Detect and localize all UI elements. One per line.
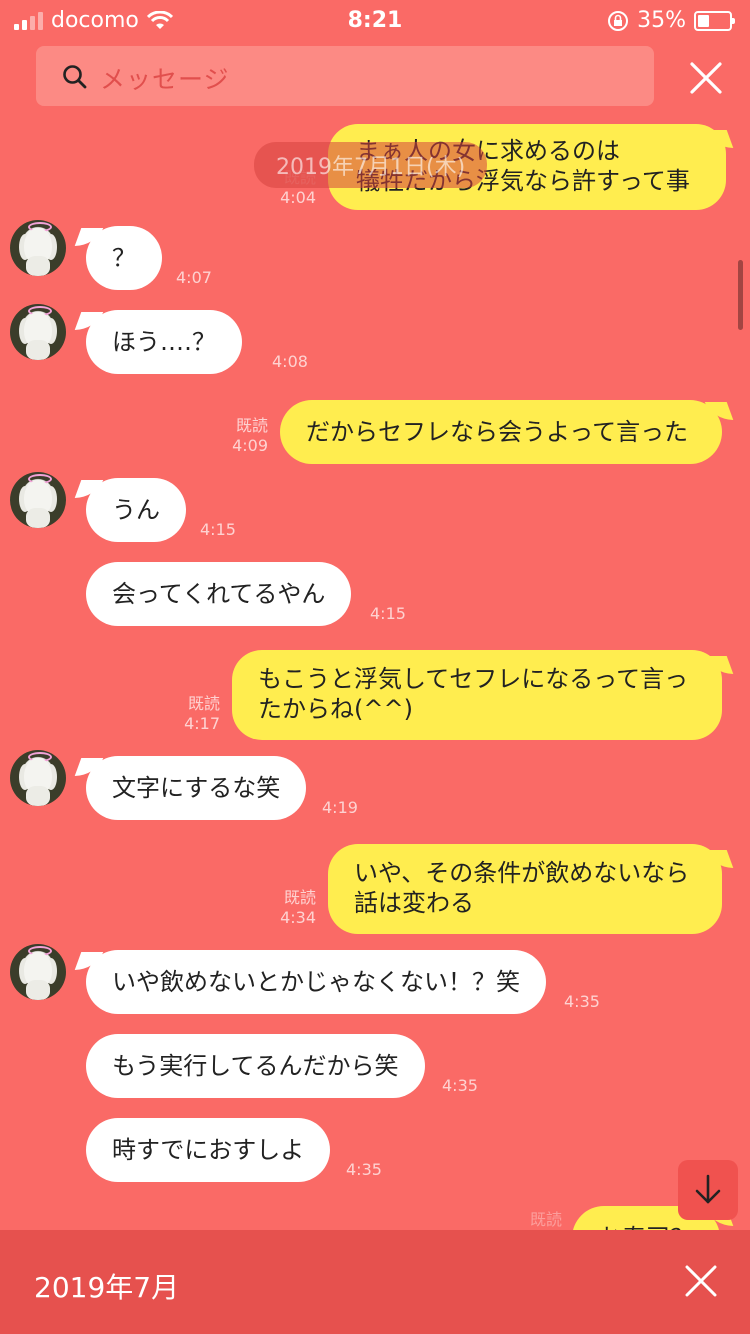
message-row: 既読 4:34 いや、その条件が飲めないなら 話は変わる [0, 844, 750, 934]
message-search-bar[interactable]: メッセージ [36, 46, 654, 106]
message-time: 4:15 [200, 520, 236, 539]
battery-percent: 35% [637, 8, 686, 33]
date-pill: 2019年7月1日(木) [254, 142, 488, 188]
message-row: ？ 4:07 [0, 218, 750, 294]
close-icon[interactable] [684, 1264, 718, 1298]
message-bubble[interactable]: もう実行してるんだから笑 [86, 1034, 425, 1098]
scroll-indicator[interactable] [738, 260, 743, 330]
message-time: 4:15 [370, 604, 406, 623]
avatar[interactable] [10, 472, 66, 528]
message-time: 4:04 [280, 188, 316, 207]
message-meta: 既読 4:34 [256, 888, 316, 928]
message-bubble[interactable]: 文字にするな笑 [86, 756, 307, 820]
message-row: 文字にするな笑 4:19 [0, 748, 750, 824]
avatar[interactable] [10, 304, 66, 360]
status-right: 35% [607, 8, 735, 33]
message-row: もう実行してるんだから笑 4:35 [0, 1026, 750, 1102]
message-bubble[interactable]: ほう‥‥？ [86, 310, 243, 374]
read-receipt: 既読 [235, 416, 268, 435]
avatar[interactable] [10, 750, 66, 806]
chat-area: まぁ人の女に求めるのは 犠牲だから浮気なら許すって事 既読 4:04 2019年… [0, 110, 750, 1230]
avatar[interactable] [10, 944, 66, 1000]
message-meta: 既読 4:17 [160, 694, 220, 734]
message-text-line: たからね(^^) [258, 695, 413, 723]
message-row: 時すでにおすしよ 4:35 [0, 1110, 750, 1186]
message-time: 4:35 [564, 992, 600, 1011]
message-bubble[interactable]: 会ってくれてるやん [86, 562, 352, 626]
close-icon[interactable] [688, 60, 724, 96]
scroll-down-button[interactable] [678, 1160, 738, 1220]
read-receipt: 既読 [529, 1210, 562, 1229]
message-meta: 既読 4:09 [206, 416, 268, 456]
message-row: いや飲めないとかじゃなくない！？笑 4:35 [0, 942, 750, 1018]
message-time: 4:35 [346, 1160, 382, 1179]
month-label[interactable]: 2019年7月 [34, 1266, 179, 1306]
message-row: 既読 お寿司？ [0, 1204, 750, 1230]
message-row: ほう‥‥？ 4:08 [0, 302, 750, 378]
message-text-line: いや、その条件が飲めないなら [354, 859, 690, 887]
battery-icon [694, 10, 735, 31]
message-bubble[interactable]: うん [86, 478, 186, 542]
message-row: 会ってくれてるやん 4:15 [0, 554, 750, 630]
message-time: 4:07 [176, 268, 212, 287]
message-row: まぁ人の女に求めるのは 犠牲だから浮気なら許すって事 既読 4:04 2019年… [0, 110, 750, 220]
rotation-lock-icon [608, 10, 629, 31]
message-row: 既読 4:09 だからセフレなら会うよって言った [0, 398, 750, 464]
message-bubble[interactable]: 時すでにおすしよ [86, 1118, 331, 1182]
avatar[interactable] [10, 220, 66, 276]
message-bubble[interactable]: いや飲めないとかじゃなくない！？笑 [86, 950, 546, 1014]
message-time: 4:09 [232, 436, 268, 455]
message-time: 4:19 [322, 798, 358, 817]
message-time: 4:17 [184, 714, 220, 733]
message-row: うん 4:15 [0, 470, 750, 546]
message-text-line: もこうと浮気してセフレになるって言っ [258, 665, 689, 693]
read-receipt: 既読 [283, 888, 316, 907]
message-bubble[interactable]: もこうと浮気してセフレになるって言っ たからね(^^) [232, 650, 722, 740]
read-receipt: 既読 [187, 694, 220, 713]
message-bubble[interactable]: いや、その条件が飲めないなら 話は変わる [328, 844, 722, 934]
message-time: 4:08 [272, 352, 308, 371]
message-text-line: 話は変わる [354, 889, 474, 917]
message-time: 4:34 [280, 908, 316, 927]
message-bubble[interactable]: だからセフレなら会うよって言った [280, 400, 722, 464]
search-input[interactable]: メッセージ [100, 60, 230, 96]
arrow-down-icon [695, 1174, 721, 1204]
status-bar: docomo 8:21 35% [0, 0, 750, 40]
message-row: 既読 4:17 もこうと浮気してセフレになるって言っ たからね(^^) [0, 650, 750, 740]
message-time: 4:35 [442, 1076, 478, 1095]
bottom-bar: 2019年7月 [0, 1230, 750, 1334]
search-icon [63, 65, 87, 89]
message-bubble[interactable]: ？ [86, 226, 162, 290]
